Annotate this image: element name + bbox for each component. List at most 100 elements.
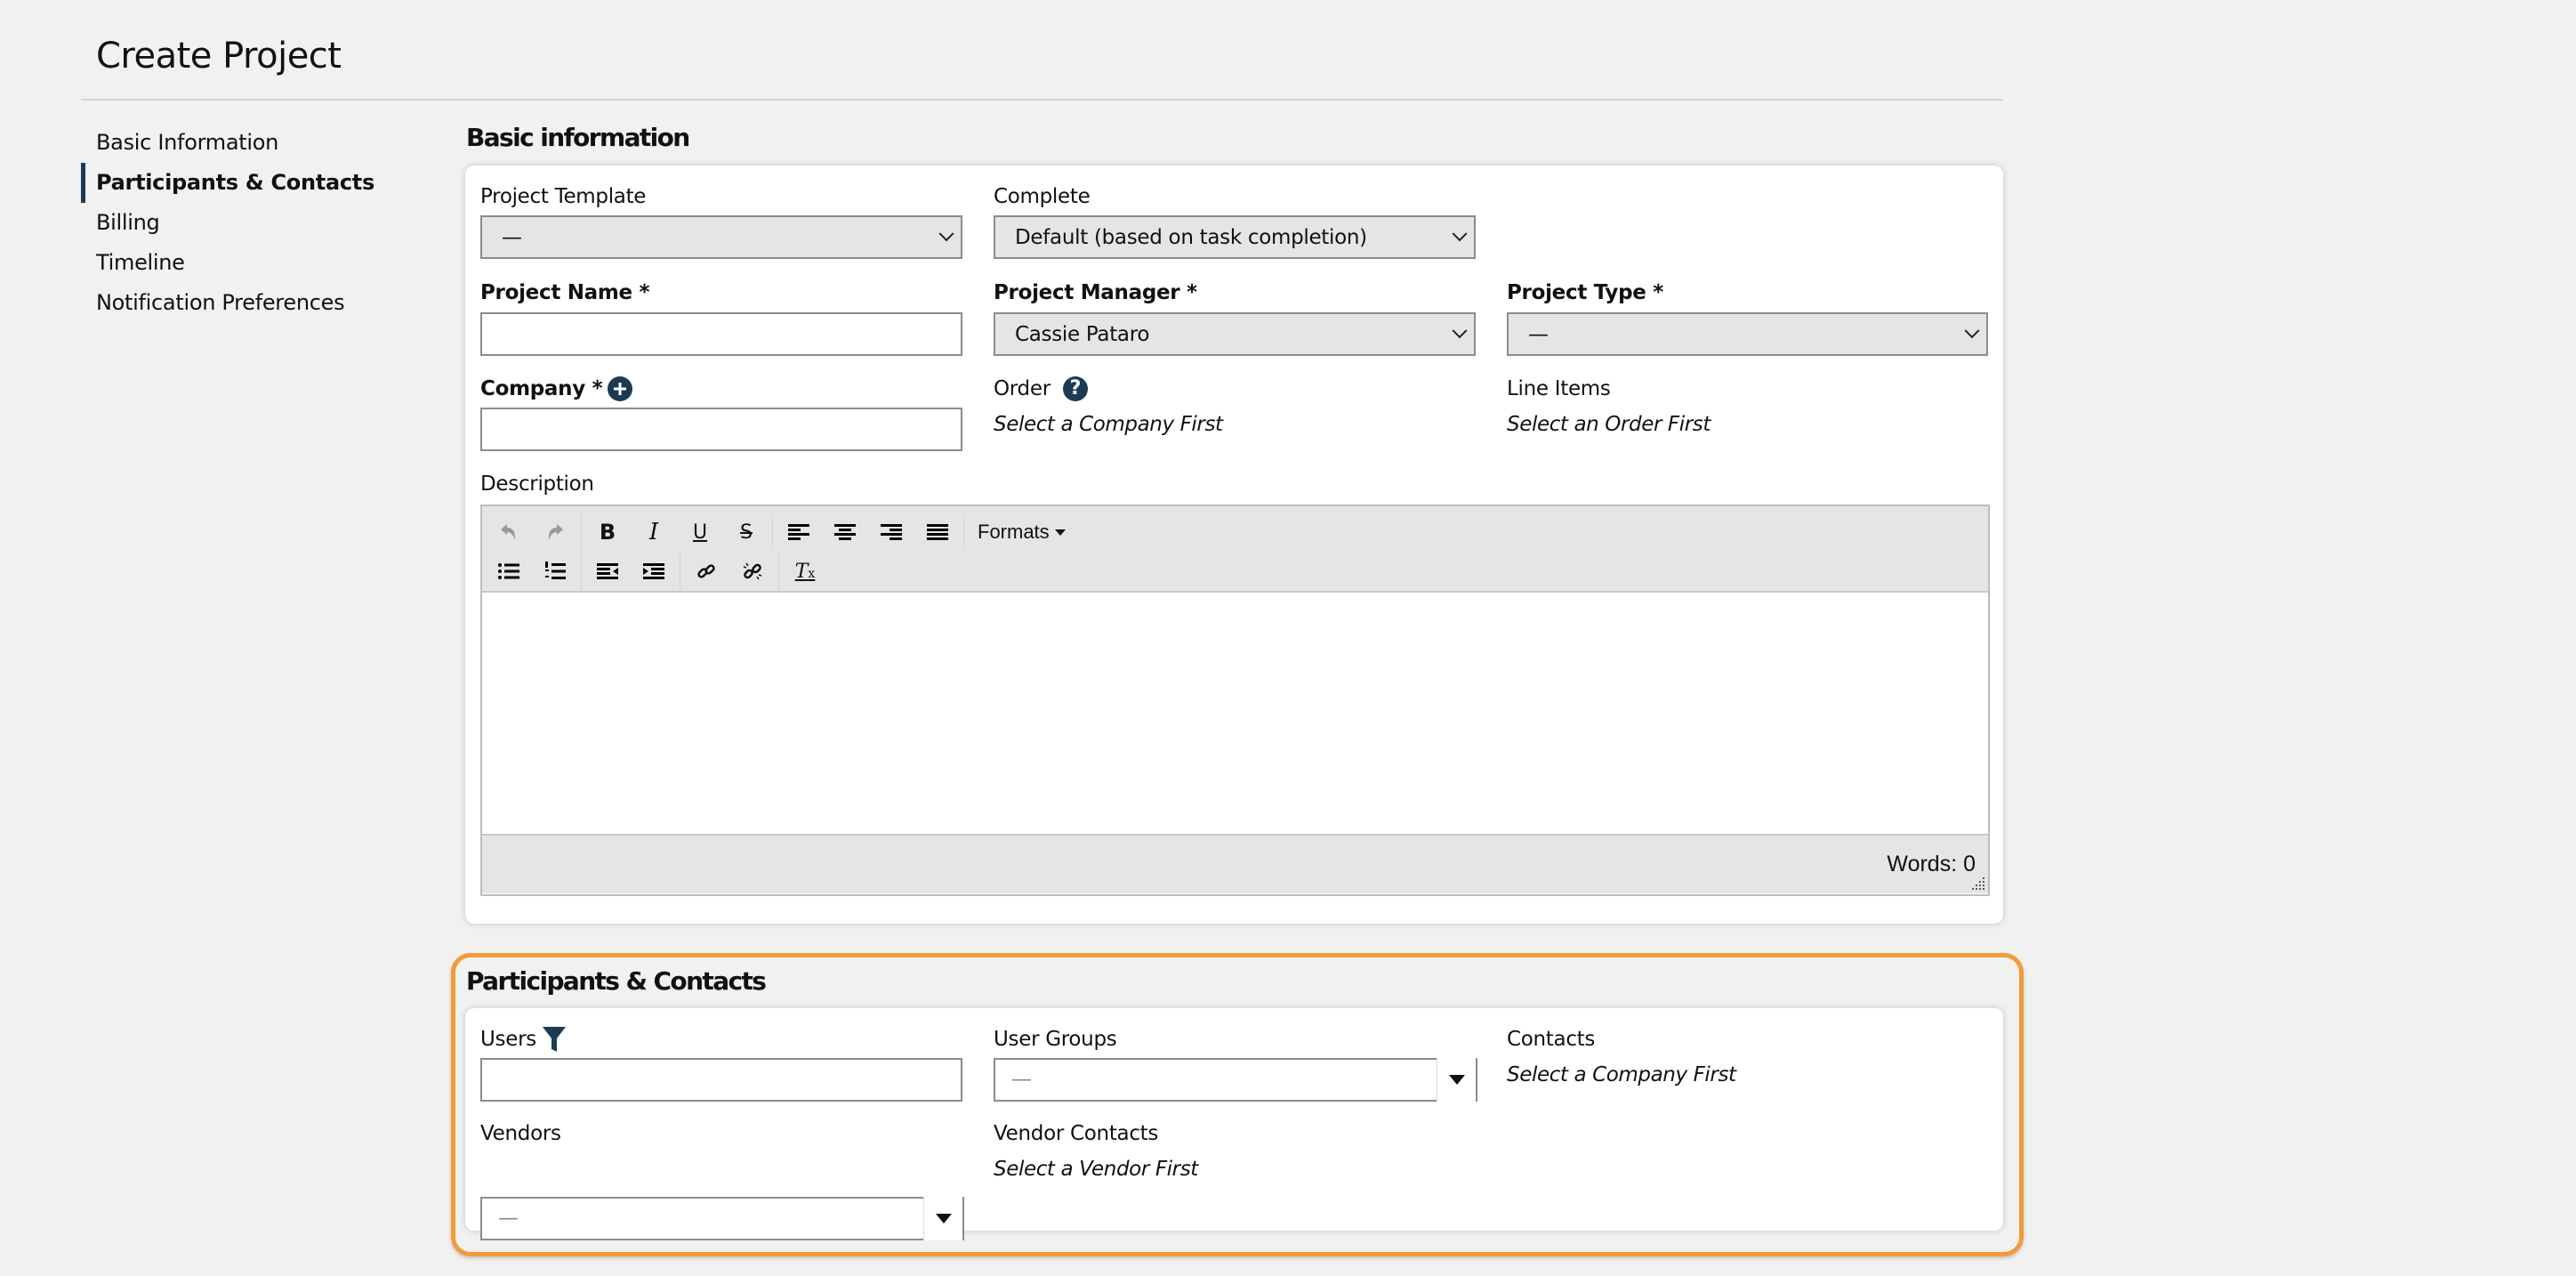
- align-center-button[interactable]: [822, 514, 868, 550]
- description-editor-body[interactable]: [482, 593, 1988, 834]
- complete-select[interactable]: Default (based on task completion): [994, 215, 1476, 259]
- title-divider: [81, 99, 2003, 101]
- project-name-input[interactable]: [480, 312, 962, 356]
- project-type-label: Project Type *: [1507, 281, 1663, 304]
- caret-down-icon: [1448, 1075, 1465, 1085]
- project-type-value: —: [1528, 322, 1549, 346]
- toolbar-separator: [772, 514, 773, 550]
- filter-icon[interactable]: [542, 1026, 567, 1053]
- formats-dropdown[interactable]: Formats: [967, 521, 1076, 544]
- company-label: Company *: [480, 377, 603, 400]
- sidebar-item-timeline[interactable]: Timeline: [81, 243, 437, 283]
- company-input[interactable]: [480, 408, 962, 451]
- align-left-icon: [788, 524, 809, 540]
- undo-button[interactable]: [486, 514, 532, 550]
- editor-statusbar: Words: 0: [482, 834, 1988, 893]
- project-name-label: Project Name *: [480, 281, 650, 304]
- undo-icon: [501, 524, 516, 540]
- company-field-label: Company *: [480, 376, 633, 402]
- caret-down-icon: [935, 1214, 952, 1224]
- redo-button[interactable]: [532, 514, 578, 550]
- contacts-hint: Select a Company First: [1507, 1063, 1736, 1086]
- toolbar-separator: [778, 553, 779, 589]
- chevron-down-icon: [938, 225, 954, 241]
- order-hint: Select a Company First: [994, 413, 1223, 436]
- sidebar-item-basic-information[interactable]: Basic Information: [81, 123, 437, 163]
- complete-label: Complete: [994, 185, 1091, 208]
- outdent-button[interactable]: [584, 553, 631, 589]
- chevron-down-icon: [1452, 225, 1468, 241]
- underline-button[interactable]: U: [677, 514, 723, 550]
- bold-button[interactable]: B: [584, 514, 631, 550]
- bullet-list-icon: [498, 563, 519, 579]
- align-center-icon: [834, 524, 856, 540]
- complete-value: Default (based on task completion): [1015, 225, 1367, 249]
- users-label: Users: [480, 1028, 536, 1051]
- chevron-down-icon: [1964, 322, 1980, 338]
- basic-information-heading: Basic information: [466, 123, 690, 152]
- vendors-value: —: [498, 1207, 519, 1230]
- unlink-icon: [743, 562, 762, 580]
- vendor-contacts-hint: Select a Vendor First: [994, 1158, 1198, 1181]
- description-editor: B I U S Formats Tx Words: 0: [480, 505, 1990, 896]
- vendors-dropdown-toggle[interactable]: [923, 1197, 964, 1240]
- italic-button[interactable]: I: [631, 514, 677, 550]
- strikethrough-icon: S: [740, 521, 753, 544]
- numbered-list-button[interactable]: [532, 553, 578, 589]
- question-circle-icon[interactable]: ?: [1062, 376, 1088, 401]
- order-label: Order: [994, 377, 1051, 400]
- toolbar-separator: [963, 514, 964, 550]
- outdent-icon: [597, 563, 618, 579]
- unlink-button[interactable]: [729, 553, 776, 589]
- user-groups-label: User Groups: [994, 1028, 1117, 1051]
- user-groups-dropdown-toggle[interactable]: [1437, 1058, 1477, 1102]
- sidebar-item-participants-contacts[interactable]: Participants & Contacts: [81, 163, 437, 203]
- project-type-select[interactable]: —: [1507, 312, 1988, 356]
- line-items-hint: Select an Order First: [1507, 413, 1711, 436]
- plus-circle-icon[interactable]: [608, 376, 633, 401]
- participants-contacts-card: Users User Groups — Contacts Select a Co…: [465, 1008, 2003, 1240]
- editor-toolbar: B I U S Formats Tx: [482, 506, 1988, 593]
- vendor-contacts-label: Vendor Contacts: [994, 1122, 1159, 1145]
- line-items-label: Line Items: [1507, 377, 1611, 400]
- toolbar-row-2: Tx: [486, 552, 828, 591]
- chevron-down-icon: [1452, 322, 1468, 338]
- resize-handle-icon[interactable]: [1972, 877, 1984, 890]
- align-left-button[interactable]: [776, 514, 822, 550]
- user-groups-select[interactable]: —: [994, 1058, 1477, 1102]
- bold-icon: B: [599, 520, 616, 545]
- project-template-label: Project Template: [480, 185, 647, 208]
- vendors-label: Vendors: [480, 1122, 561, 1145]
- project-manager-select[interactable]: Cassie Pataro: [994, 312, 1476, 356]
- users-input[interactable]: [480, 1058, 962, 1102]
- link-icon: [697, 564, 715, 578]
- word-count: Words: 0: [1887, 852, 1976, 876]
- clear-formatting-button[interactable]: Tx: [782, 553, 828, 589]
- link-button[interactable]: [683, 553, 729, 589]
- toolbar-separator: [581, 553, 582, 589]
- description-label: Description: [480, 472, 594, 496]
- bullet-list-button[interactable]: [486, 553, 532, 589]
- sidebar-item-billing[interactable]: Billing: [81, 203, 437, 243]
- user-groups-value: —: [1011, 1068, 1032, 1091]
- project-template-select[interactable]: —: [480, 215, 962, 259]
- vendors-select[interactable]: —: [480, 1197, 964, 1240]
- participants-contacts-heading: Participants & Contacts: [466, 966, 767, 996]
- sidebar-item-notification-preferences[interactable]: Notification Preferences: [81, 283, 437, 323]
- contacts-label: Contacts: [1507, 1028, 1596, 1051]
- basic-information-card: Project Template — Complete Default (bas…: [465, 166, 2003, 924]
- align-justify-button[interactable]: [914, 514, 961, 550]
- caret-down-icon: [1054, 529, 1066, 536]
- formats-label: Formats: [978, 521, 1050, 543]
- toolbar-row-1: B I U S Formats: [486, 513, 1076, 552]
- italic-icon: I: [648, 519, 659, 545]
- indent-icon: [643, 563, 664, 579]
- project-manager-label: Project Manager *: [994, 281, 1197, 304]
- align-justify-icon: [927, 524, 948, 540]
- strikethrough-button[interactable]: S: [723, 514, 769, 550]
- numbered-list-icon: [545, 561, 566, 579]
- page-title: Create Project: [96, 36, 342, 77]
- align-right-button[interactable]: [868, 514, 914, 550]
- project-manager-value: Cassie Pataro: [1015, 322, 1150, 346]
- indent-button[interactable]: [631, 553, 677, 589]
